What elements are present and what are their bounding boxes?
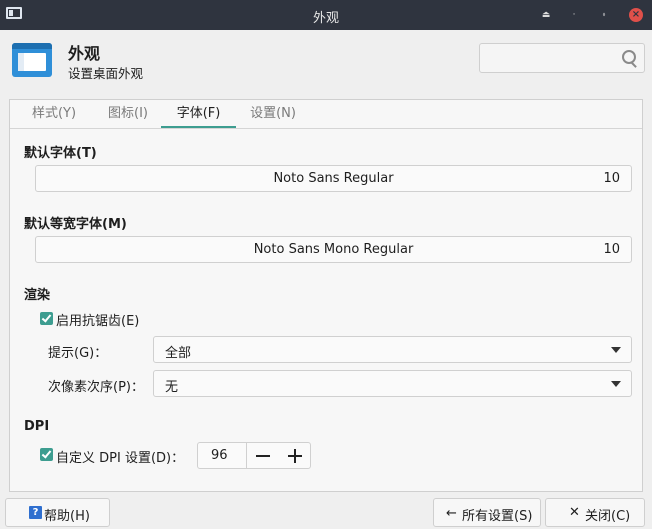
- hinting-value: 全部: [165, 346, 192, 361]
- tab-fonts[interactable]: 字体(F): [161, 100, 236, 128]
- shade-icon[interactable]: ⏏: [538, 7, 554, 23]
- help-button-label: 帮助(H): [44, 509, 90, 524]
- mono-font-name: Noto Sans Mono Regular: [253, 242, 414, 257]
- settings-panel: 样式(Y) 图标(I) 字体(F) 设置(N) 默认字体(T) Noto San…: [9, 99, 643, 492]
- default-font-size: 10: [603, 171, 620, 186]
- hinting-label: 提示(G)：: [48, 346, 108, 361]
- mono-font-label: 默认等宽字体(M): [24, 217, 127, 232]
- chevron-down-icon: [611, 381, 621, 387]
- antialias-checkbox[interactable]: [40, 312, 53, 325]
- default-font-button[interactable]: Noto Sans Regular 10: [35, 165, 632, 192]
- chevron-down-icon: [611, 347, 621, 353]
- dpi-stepper[interactable]: 96: [197, 442, 311, 469]
- page-subtitle: 设置桌面外观: [68, 66, 144, 81]
- tab-settings[interactable]: 设置(N): [240, 100, 306, 128]
- tab-icons[interactable]: 图标(I): [95, 100, 161, 128]
- decrement-button[interactable]: [246, 443, 279, 468]
- close-icon: ✕: [569, 505, 580, 520]
- title-bar: 外观 ⏏ · ⬫ ×: [0, 0, 652, 30]
- appearance-icon: [12, 43, 52, 77]
- help-icon: ?: [29, 506, 42, 519]
- page-title: 外观: [68, 44, 101, 63]
- subpixel-select[interactable]: 无: [153, 370, 632, 397]
- minimize-icon[interactable]: ·: [566, 7, 582, 23]
- subpixel-value: 无: [165, 380, 179, 395]
- default-font-name: Noto Sans Regular: [273, 171, 394, 186]
- subpixel-label: 次像素次序(P)：: [48, 380, 144, 395]
- increment-button[interactable]: [279, 443, 310, 468]
- mono-font-button[interactable]: Noto Sans Mono Regular 10: [35, 236, 632, 263]
- mono-font-size: 10: [603, 242, 620, 257]
- tab-style[interactable]: 样式(Y): [21, 100, 87, 128]
- back-arrow-icon: ←: [446, 506, 457, 521]
- help-button[interactable]: ? 帮助(H): [5, 498, 110, 527]
- close-button-label: 关闭(C): [585, 509, 631, 524]
- search-icon: [622, 50, 636, 64]
- antialias-label[interactable]: 启用抗锯齿(E): [56, 310, 139, 329]
- hinting-select[interactable]: 全部: [153, 336, 632, 363]
- custom-dpi-checkbox[interactable]: [40, 448, 53, 461]
- custom-dpi-label[interactable]: 自定义 DPI 设置(D)：: [56, 447, 184, 466]
- search-input[interactable]: [479, 43, 645, 73]
- maximize-icon[interactable]: ⬫: [596, 7, 612, 23]
- all-settings-button-label: 所有设置(S): [462, 509, 533, 524]
- close-button[interactable]: ✕ 关闭(C): [545, 498, 645, 527]
- window-title: 外观: [312, 11, 339, 26]
- all-settings-button[interactable]: ← 所有设置(S): [433, 498, 541, 527]
- rendering-label: 渲染: [24, 288, 51, 303]
- close-window-icon[interactable]: ×: [629, 8, 643, 22]
- dpi-label: DPI: [24, 419, 50, 434]
- default-font-label: 默认字体(T): [24, 146, 97, 161]
- tab-bar: 样式(Y) 图标(I) 字体(F) 设置(N): [10, 100, 642, 129]
- dpi-value[interactable]: 96: [211, 448, 228, 463]
